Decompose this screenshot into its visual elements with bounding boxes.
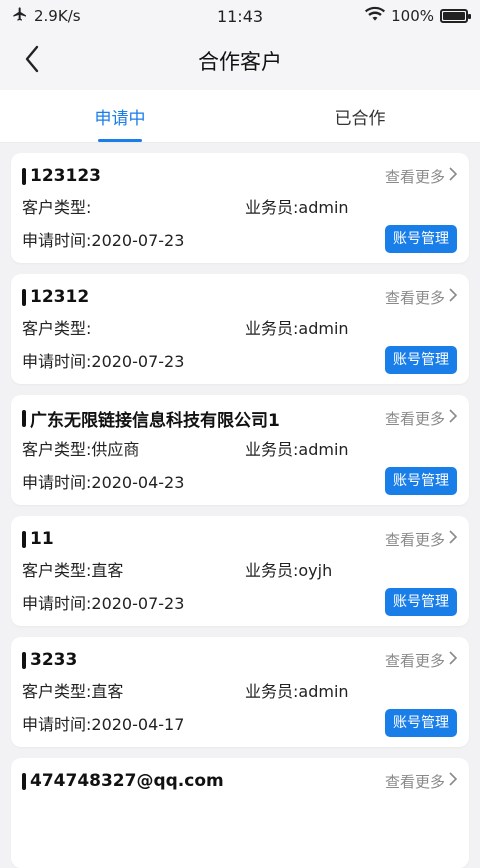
view-more-label: 查看更多 bbox=[384, 167, 445, 186]
customer-type: 客户类型: bbox=[22, 198, 92, 217]
customer-card[interactable]: 12312 查看更多 客户类型: 业务员:admin 申请时间:2020-07-… bbox=[11, 274, 469, 384]
tab-applying[interactable]: 申请中 bbox=[0, 90, 240, 142]
view-more-link[interactable]: 查看更多 bbox=[384, 771, 458, 792]
title-marker bbox=[22, 288, 26, 306]
chevron-right-icon bbox=[449, 772, 458, 790]
view-more-label: 查看更多 bbox=[384, 409, 445, 428]
title-marker bbox=[22, 530, 26, 548]
customer-card[interactable]: 123123 查看更多 客户类型: 业务员:admin 申请时间:2020-07… bbox=[11, 153, 469, 263]
chevron-left-icon bbox=[24, 45, 40, 77]
customer-type: 客户类型:直客 bbox=[22, 561, 124, 580]
view-more-link[interactable]: 查看更多 bbox=[384, 408, 458, 429]
wifi-icon bbox=[365, 6, 386, 26]
customer-card[interactable]: 广东无限链接信息科技有限公司1 查看更多 客户类型:供应商 业务员:admin … bbox=[11, 395, 469, 505]
customer-name: 123123 bbox=[30, 166, 101, 186]
account-manage-button[interactable]: 账号管理 bbox=[385, 346, 457, 374]
customer-type: 客户类型: bbox=[22, 319, 92, 338]
account-manage-button[interactable]: 账号管理 bbox=[385, 709, 457, 737]
view-more-label: 查看更多 bbox=[384, 772, 445, 791]
customer-card[interactable]: 3233 查看更多 客户类型:直客 业务员:admin 申请时间:2020-04… bbox=[11, 637, 469, 747]
salesman: 业务员:admin bbox=[245, 682, 349, 701]
status-left: 2.9K/s bbox=[12, 6, 81, 26]
airplane-icon bbox=[12, 6, 28, 26]
page-title: 合作客户 bbox=[198, 50, 282, 74]
salesman: 业务员:oyjh bbox=[245, 561, 333, 580]
customer-name: 广东无限链接信息科技有限公司1 bbox=[30, 410, 280, 431]
title-marker bbox=[22, 651, 26, 669]
customer-card[interactable]: 11 查看更多 客户类型:直客 业务员:oyjh 申请时间:2020-07-23… bbox=[11, 516, 469, 626]
battery-icon bbox=[440, 9, 471, 23]
tab-bar: 申请中 已合作 bbox=[0, 90, 480, 143]
apply-time: 申请时间:2020-07-23 bbox=[22, 352, 185, 371]
title-marker bbox=[22, 167, 26, 185]
view-more-label: 查看更多 bbox=[384, 288, 445, 307]
customer-list: 123123 查看更多 客户类型: 业务员:admin 申请时间:2020-07… bbox=[0, 143, 480, 868]
chevron-right-icon bbox=[449, 530, 458, 548]
customer-type: 客户类型:供应商 bbox=[22, 440, 140, 459]
salesman: 业务员:admin bbox=[245, 319, 349, 338]
battery-percent: 100% bbox=[391, 7, 434, 25]
chevron-right-icon bbox=[449, 288, 458, 306]
status-right: 100% bbox=[365, 6, 471, 26]
customer-name: 3233 bbox=[30, 650, 78, 670]
account-manage-button[interactable]: 账号管理 bbox=[385, 467, 457, 495]
title-marker bbox=[22, 409, 26, 427]
customer-card[interactable]: 474748327@qq.com 查看更多 bbox=[11, 758, 469, 868]
chevron-right-icon bbox=[449, 409, 458, 427]
chevron-right-icon bbox=[449, 651, 458, 669]
chevron-right-icon bbox=[449, 167, 458, 185]
customer-name: 11 bbox=[30, 529, 54, 549]
view-more-link[interactable]: 查看更多 bbox=[384, 650, 458, 671]
apply-time: 申请时间:2020-07-23 bbox=[22, 231, 185, 250]
status-bar: 2.9K/s 11:43 100% bbox=[0, 0, 480, 32]
tab-cooperated[interactable]: 已合作 bbox=[240, 90, 480, 142]
salesman: 业务员:admin bbox=[245, 440, 349, 459]
navigation-header: 合作客户 bbox=[0, 32, 480, 90]
view-more-link[interactable]: 查看更多 bbox=[384, 287, 458, 308]
customer-name: 474748327@qq.com bbox=[30, 771, 224, 791]
view-more-label: 查看更多 bbox=[384, 651, 445, 670]
network-speed: 2.9K/s bbox=[34, 7, 81, 25]
apply-time: 申请时间:2020-07-23 bbox=[22, 594, 185, 613]
account-manage-button[interactable]: 账号管理 bbox=[385, 588, 457, 616]
view-more-label: 查看更多 bbox=[384, 530, 445, 549]
salesman: 业务员:admin bbox=[245, 198, 349, 217]
back-button[interactable] bbox=[16, 44, 48, 78]
account-manage-button[interactable]: 账号管理 bbox=[385, 225, 457, 253]
view-more-link[interactable]: 查看更多 bbox=[384, 166, 458, 187]
apply-time: 申请时间:2020-04-17 bbox=[22, 715, 185, 734]
customer-type: 客户类型:直客 bbox=[22, 682, 124, 701]
apply-time: 申请时间:2020-04-23 bbox=[22, 473, 185, 492]
customer-name: 12312 bbox=[30, 287, 90, 307]
view-more-link[interactable]: 查看更多 bbox=[384, 529, 458, 550]
title-marker bbox=[22, 772, 26, 790]
